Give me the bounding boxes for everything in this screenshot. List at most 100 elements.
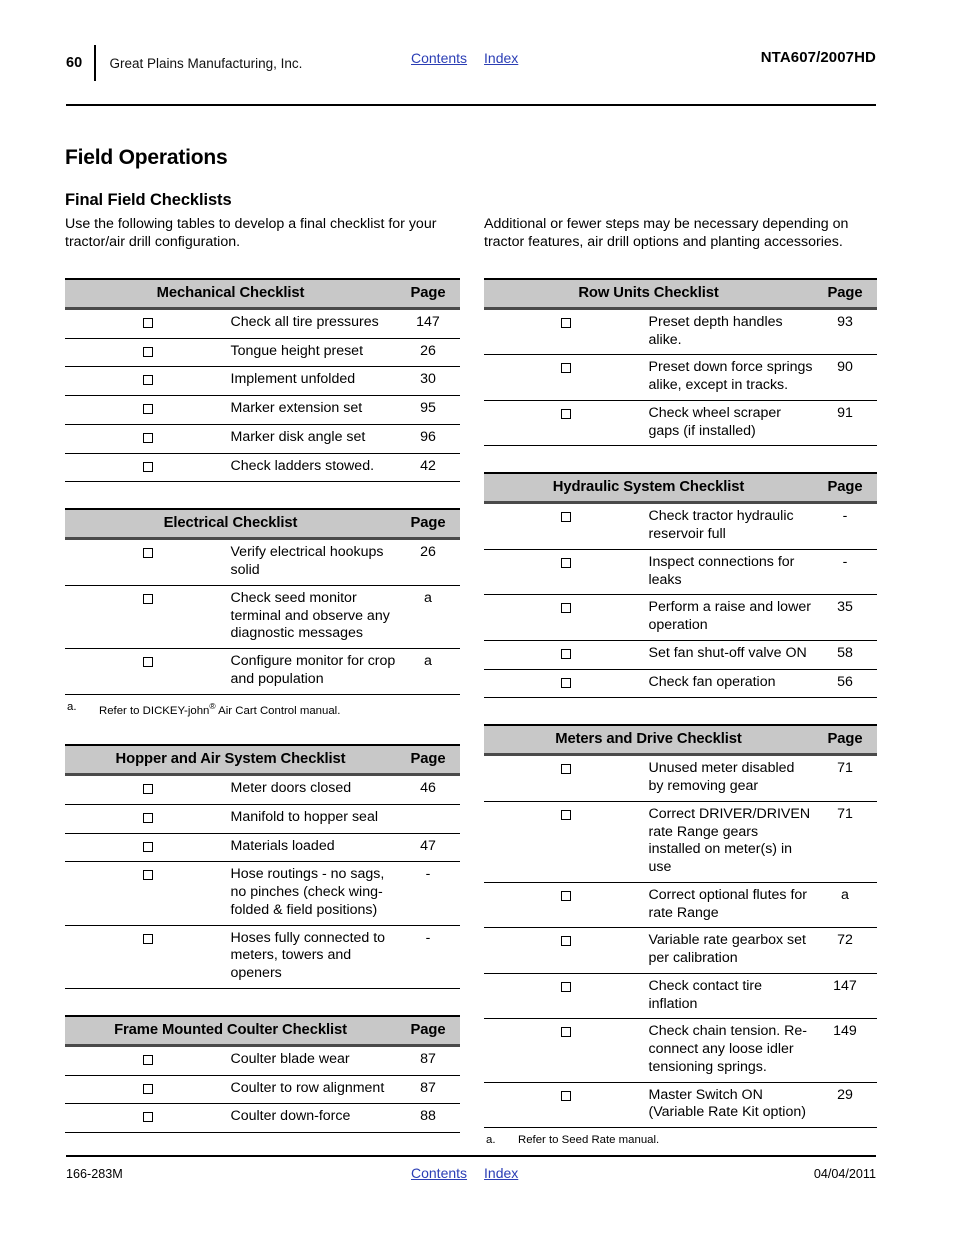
header-page-number: 60: [66, 54, 83, 71]
electrical-checklist-table: Electrical Checklist Page Verify electri…: [65, 508, 460, 695]
checkbox-icon[interactable]: [142, 461, 153, 472]
checkbox-icon[interactable]: [561, 317, 572, 328]
checkbox-icon[interactable]: [561, 1027, 572, 1038]
checkbox-cell[interactable]: [65, 308, 231, 339]
table-header-row: Mechanical Checklist Page: [65, 277, 460, 310]
row-units-checklist-body: Preset depth handles alike. 93 Preset down…: [484, 308, 877, 447]
footer-contents-link[interactable]: Contents: [411, 1165, 467, 1181]
page-title: Field Operations: [65, 146, 228, 169]
task-label: Preset depth handles alike.: [648, 308, 813, 356]
checkbox-cell[interactable]: [65, 648, 231, 695]
checkbox-icon[interactable]: [142, 784, 153, 795]
page-reference: 58: [813, 640, 877, 670]
checkbox-cell[interactable]: [65, 424, 231, 454]
checkbox-icon[interactable]: [142, 593, 153, 604]
checkbox-icon[interactable]: [561, 1090, 572, 1101]
checkbox-icon[interactable]: [142, 1054, 153, 1065]
checkbox-icon[interactable]: [561, 557, 572, 568]
page-reference: 71: [813, 754, 877, 802]
checkbox-icon[interactable]: [142, 1112, 153, 1123]
checkbox-cell[interactable]: [65, 774, 231, 805]
electrical-footnote: a. Refer to DICKEY-john® Air Cart Contro…: [65, 701, 460, 718]
header-contents-link[interactable]: Contents: [411, 50, 467, 66]
checkbox-cell[interactable]: [65, 366, 231, 397]
task-label: Check chain tension. Re-connect any loos…: [648, 1018, 813, 1083]
table-row: Implement unfolded 30: [65, 366, 460, 397]
task-label: Manifold to hopper seal: [230, 804, 396, 834]
checkbox-cell[interactable]: [65, 925, 231, 989]
checkbox-icon[interactable]: [561, 677, 572, 688]
checkbox-cell[interactable]: [484, 1018, 649, 1083]
checkbox-icon[interactable]: [142, 657, 153, 668]
checkbox-cell[interactable]: [484, 669, 649, 699]
checkbox-cell[interactable]: [484, 1082, 649, 1129]
row-units-checklist-block: Row Units Checklist Page Preset depth ha…: [484, 277, 877, 447]
checkbox-cell[interactable]: [65, 1075, 231, 1105]
checkbox-icon[interactable]: [561, 981, 572, 992]
electrical-checklist-block: Electrical Checklist Page Verify electri…: [65, 508, 460, 718]
checkbox-cell[interactable]: [65, 833, 231, 863]
task-label: Tongue height preset: [230, 338, 396, 368]
checkbox-cell[interactable]: [65, 585, 231, 650]
checkbox-cell[interactable]: [484, 927, 649, 974]
checkbox-cell[interactable]: [65, 1103, 231, 1134]
checkbox-cell[interactable]: [65, 1045, 231, 1076]
table-row: Tongue height preset 26: [65, 338, 460, 368]
checkbox-icon[interactable]: [142, 933, 153, 944]
checkbox-icon[interactable]: [142, 404, 153, 415]
checkbox-cell[interactable]: [484, 354, 649, 401]
page-reference: 30: [396, 366, 460, 397]
footnote-marker: a.: [67, 700, 77, 713]
task-label: Marker disk angle set: [230, 424, 396, 454]
checkbox-icon[interactable]: [142, 317, 153, 328]
checkbox-icon[interactable]: [142, 548, 153, 559]
checkbox-cell[interactable]: [65, 538, 231, 586]
checkbox-icon[interactable]: [561, 512, 572, 523]
checkbox-icon[interactable]: [561, 890, 572, 901]
checkbox-cell[interactable]: [65, 861, 231, 926]
checkbox-icon[interactable]: [561, 363, 572, 374]
checkbox-cell[interactable]: [484, 400, 649, 447]
checkbox-cell[interactable]: [484, 594, 649, 641]
footer-index-link[interactable]: Index: [484, 1165, 518, 1181]
checkbox-cell[interactable]: [65, 395, 231, 425]
checkbox-icon[interactable]: [561, 936, 572, 947]
checkbox-cell[interactable]: [484, 502, 649, 550]
checkbox-cell[interactable]: [484, 754, 649, 802]
page-reference: 88: [396, 1103, 460, 1134]
footer-horizontal-rule: [66, 1155, 876, 1157]
checkbox-icon[interactable]: [142, 432, 153, 443]
document-page: 60 Great Plains Manufacturing, Inc. Cont…: [0, 0, 954, 1235]
checkbox-cell[interactable]: [484, 973, 649, 1020]
checkbox-cell[interactable]: [65, 453, 231, 483]
checkbox-cell[interactable]: [484, 882, 649, 929]
checkbox-icon[interactable]: [561, 603, 572, 614]
checkbox-cell[interactable]: [484, 308, 649, 356]
checkbox-icon[interactable]: [561, 764, 572, 775]
checkbox-cell[interactable]: [484, 640, 649, 670]
checkbox-icon[interactable]: [142, 870, 153, 881]
checkbox-icon[interactable]: [142, 346, 153, 357]
table-row: Marker disk angle set 96: [65, 424, 460, 454]
checkbox-icon[interactable]: [142, 841, 153, 852]
checkbox-icon[interactable]: [561, 809, 572, 820]
checkbox-icon[interactable]: [561, 648, 572, 659]
checkbox-icon[interactable]: [142, 375, 153, 386]
table-row: Correct DRIVER/DRIVEN rate Range gears i…: [484, 801, 877, 883]
checkbox-icon[interactable]: [142, 812, 153, 823]
checkbox-cell[interactable]: [484, 549, 649, 596]
checkbox-icon[interactable]: [561, 408, 572, 419]
page-reference: a: [396, 648, 460, 695]
task-label: Implement unfolded: [230, 366, 396, 397]
header-index-link[interactable]: Index: [484, 50, 518, 66]
coulter-checklist-body: Coulter blade wear 87 Coulter to row align…: [65, 1045, 460, 1134]
checkbox-cell[interactable]: [65, 338, 231, 368]
checkbox-cell[interactable]: [65, 804, 231, 834]
checkbox-icon[interactable]: [142, 1083, 153, 1094]
page-reference: 46: [396, 774, 460, 805]
hydraulic-checklist-body: Check tractor hydraulic reservoir full - I…: [484, 502, 877, 699]
page-reference: 90: [813, 354, 877, 401]
page-reference: 56: [813, 669, 877, 699]
footnote-marker: a.: [486, 1134, 496, 1147]
checkbox-cell[interactable]: [484, 801, 649, 883]
